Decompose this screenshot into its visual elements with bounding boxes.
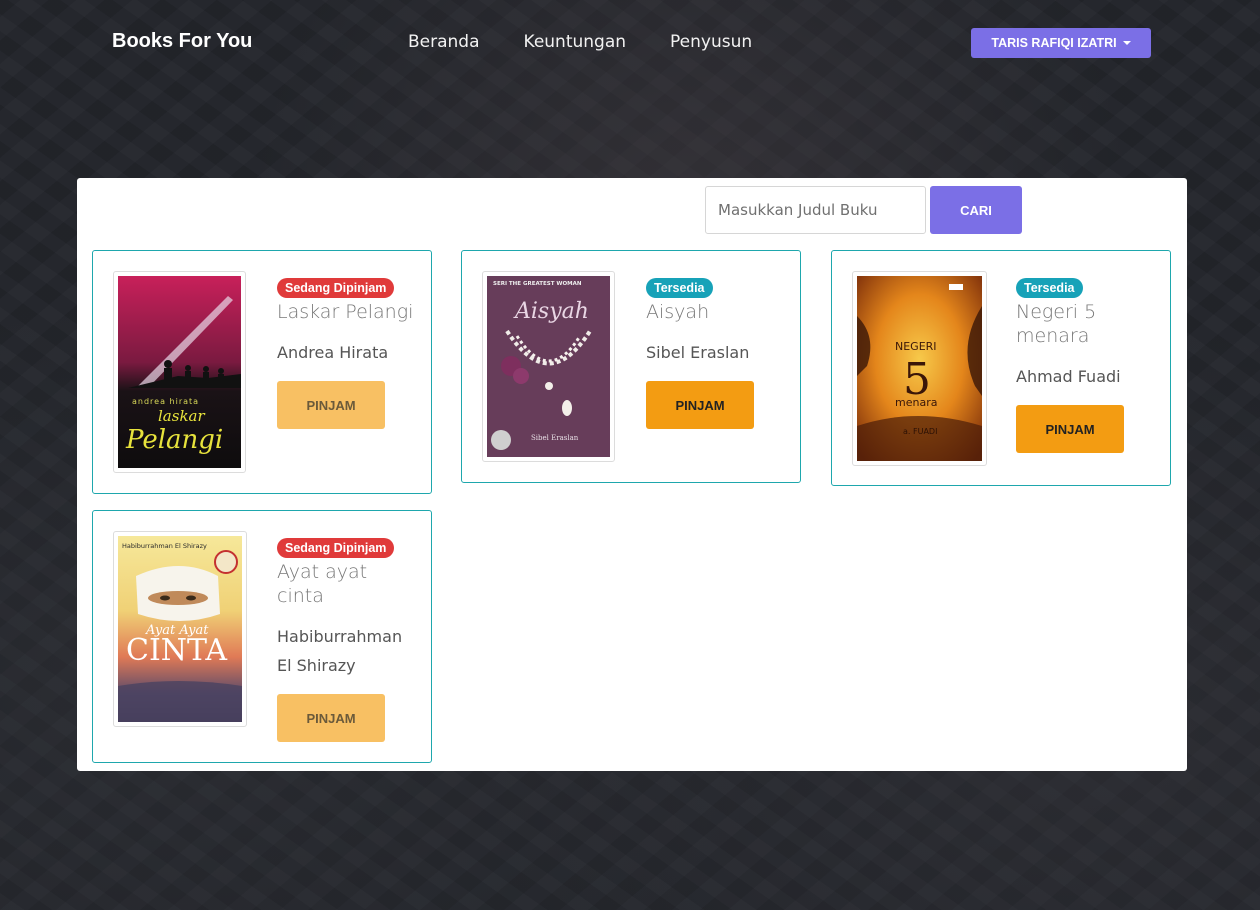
cover-text: Pelangi	[125, 425, 223, 455]
nav-keuntungan[interactable]: Keuntungan	[524, 32, 627, 52]
book-card: NEGERI 5 menara a. FUADI Tersedia Negeri…	[831, 250, 1171, 486]
book-info: Tersedia Negeri 5 menara Ahmad Fuadi PIN…	[1016, 277, 1156, 453]
cover-image: andrea hirata laskar Pelangi	[118, 276, 241, 468]
nav-links: Beranda Keuntungan Penyusun	[408, 32, 752, 52]
nav-penyusun[interactable]: Penyusun	[670, 32, 752, 52]
search-button[interactable]: CARI	[930, 186, 1022, 234]
cover-text: a. FUADI	[903, 427, 937, 436]
cover-text: menara	[895, 396, 937, 409]
cover-text: Habiburrahman El Shirazy	[122, 542, 207, 550]
cover-text: laskar	[158, 407, 205, 425]
book-title: Negeri 5 menara	[1016, 301, 1097, 347]
pinjam-button[interactable]: PINJAM	[646, 381, 754, 429]
book-author: Ahmad Fuadi	[1016, 367, 1121, 386]
book-card: SERI THE GREATEST WOMAN Aisyah Sibel Era…	[461, 250, 801, 483]
caret-down-icon	[1122, 41, 1131, 45]
cover-text: Aisyah	[513, 299, 589, 324]
book-cover: Habiburrahman El Shirazy Ayat Ayat CINTA	[113, 531, 247, 727]
cover-image: NEGERI 5 menara a. FUADI	[857, 276, 982, 461]
navbar: Books For You Beranda Keuntungan Penyusu…	[0, 0, 1260, 86]
cover-text: CINTA	[126, 633, 227, 668]
status-badge: Tersedia	[1016, 278, 1083, 298]
cover-text: Sibel Eraslan	[531, 434, 579, 442]
book-title: Aisyah	[646, 301, 710, 323]
user-dropdown-button[interactable]: TARIS RAFIQI IZATRI	[971, 28, 1151, 58]
book-info: Tersedia Aisyah Sibel Eraslan PINJAM	[646, 277, 786, 429]
pinjam-button[interactable]: PINJAM	[277, 381, 385, 429]
pinjam-button[interactable]: PINJAM	[1016, 405, 1124, 453]
book-panel: CARI andrea hirata	[77, 178, 1187, 771]
cover-text: NEGERI	[895, 340, 937, 353]
book-info: Sedang Dipinjam Ayat ayat cinta Habiburr…	[277, 537, 417, 742]
book-card: Habiburrahman El Shirazy Ayat Ayat CINTA…	[92, 510, 432, 763]
nav-beranda[interactable]: Beranda	[408, 32, 480, 52]
book-author: Andrea Hirata	[277, 343, 389, 362]
book-author: Sibel Eraslan	[646, 343, 750, 362]
cover-text: SERI THE GREATEST WOMAN	[493, 281, 582, 287]
book-title: Ayat ayat cinta	[277, 561, 368, 607]
brand-logo[interactable]: Books For You	[112, 30, 252, 53]
status-badge: Sedang Dipinjam	[277, 538, 395, 558]
cover-text: andrea hirata	[132, 397, 199, 406]
status-badge: Tersedia	[646, 278, 713, 298]
user-name: TARIS RAFIQI IZATRI	[991, 36, 1117, 50]
search-input[interactable]	[705, 186, 926, 234]
book-cover: NEGERI 5 menara a. FUADI	[852, 271, 987, 466]
book-card: andrea hirata laskar Pelangi Sedang Dipi…	[92, 250, 432, 494]
book-cover: SERI THE GREATEST WOMAN Aisyah Sibel Era…	[482, 271, 615, 462]
book-author: Habiburrahman El Shirazy	[277, 627, 403, 675]
status-badge: Sedang Dipinjam	[277, 278, 395, 298]
cover-image: SERI THE GREATEST WOMAN Aisyah Sibel Era…	[487, 276, 610, 457]
book-title: Laskar Pelangi	[277, 301, 414, 323]
book-cover: andrea hirata laskar Pelangi	[113, 271, 246, 473]
book-info: Sedang Dipinjam Laskar Pelangi Andrea Hi…	[277, 277, 417, 429]
cover-image: Habiburrahman El Shirazy Ayat Ayat CINTA	[118, 536, 242, 722]
pinjam-button[interactable]: PINJAM	[277, 694, 385, 742]
